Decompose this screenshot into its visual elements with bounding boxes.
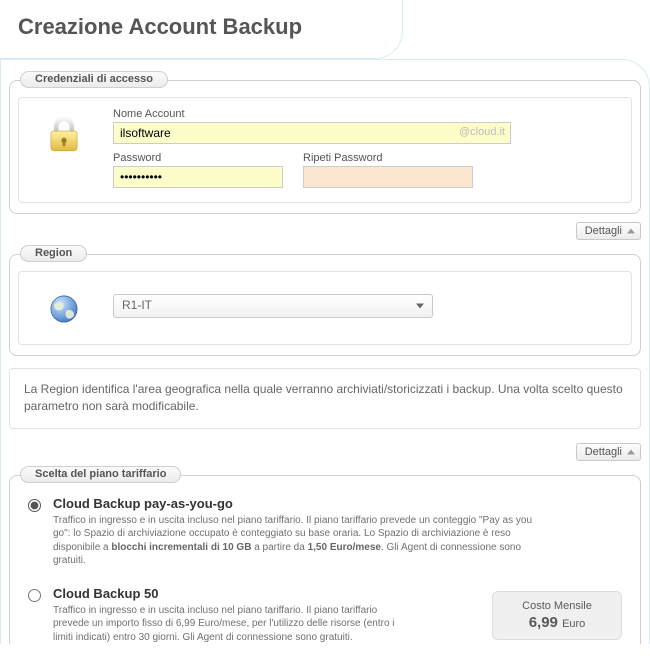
credentials-body: Nome Account @cloud.it Password Ripeti P… <box>18 97 632 203</box>
globe-icon <box>29 282 99 330</box>
plan-payg-desc-b2: 1,50 Euro/mese <box>308 542 381 553</box>
plan-payg-title: Cloud Backup pay-as-you-go <box>53 496 622 511</box>
credentials-dettagli-bar: Dettagli <box>9 220 641 240</box>
plan-cb50-radio[interactable] <box>28 589 41 602</box>
dettagli-button[interactable]: Dettagli <box>576 222 641 240</box>
price-value-wrap: 6,99 Euro <box>511 614 603 631</box>
plan-payg[interactable]: Cloud Backup pay-as-you-go Traffico in i… <box>28 496 622 568</box>
repeat-password-label: Ripeti Password <box>303 152 473 164</box>
region-select[interactable]: R1-IT <box>113 294 433 318</box>
plan-payg-main: Cloud Backup pay-as-you-go Traffico in i… <box>53 496 622 568</box>
plans-legend: Scelta del piano tariffario <box>20 466 181 483</box>
plan-cb50-price: Costo Mensile 6,99 Euro <box>492 591 622 640</box>
credentials-legend: Credenziali di accesso <box>20 71 168 88</box>
plan-cb50[interactable]: Cloud Backup 50 Traffico in ingresso e i… <box>28 586 622 645</box>
account-input[interactable] <box>113 122 511 144</box>
region-select-value: R1-IT <box>122 298 152 312</box>
price-value: 6,99 <box>529 614 558 631</box>
region-dettagli-bar: Dettagli <box>9 441 641 461</box>
plan-payg-desc: Traffico in ingresso e in uscita incluso… <box>53 514 533 568</box>
plans-section: Scelta del piano tariffario Cloud Backup… <box>9 475 641 645</box>
password-input[interactable] <box>113 166 283 188</box>
plan-cb50-desc: Traffico in ingresso e in uscita incluso… <box>53 604 413 645</box>
repeat-password-input[interactable] <box>303 166 473 188</box>
plan-cb50-main: Cloud Backup 50 Traffico in ingresso e i… <box>53 586 413 645</box>
password-label: Password <box>113 152 283 164</box>
plan-payg-radio[interactable] <box>28 499 41 512</box>
plan-payg-desc-b1: blocchi incrementali di 10 GB <box>111 542 251 553</box>
region-fields: R1-IT <box>113 294 621 318</box>
region-legend: Region <box>20 245 87 262</box>
plan-list: Cloud Backup pay-as-you-go Traffico in i… <box>10 476 640 645</box>
page-title: Creazione Account Backup <box>0 0 403 59</box>
plan-payg-desc-mid: a partire da <box>251 542 307 553</box>
price-label: Costo Mensile <box>511 600 603 612</box>
dettagli-button[interactable]: Dettagli <box>576 443 641 461</box>
plan-cb50-title: Cloud Backup 50 <box>53 586 413 601</box>
price-currency: Euro <box>562 618 585 630</box>
credentials-section: Credenziali di accesso <box>9 80 641 214</box>
credentials-fields: Nome Account @cloud.it Password Ripeti P… <box>113 108 621 188</box>
region-body: R1-IT <box>18 271 632 345</box>
region-section: Region R1-IT <box>9 254 641 356</box>
page-body: Credenziali di accesso <box>0 59 650 644</box>
account-label: Nome Account <box>113 108 621 120</box>
region-info: La Region identifica l'area geografica n… <box>9 368 641 429</box>
lock-icon <box>29 108 99 156</box>
